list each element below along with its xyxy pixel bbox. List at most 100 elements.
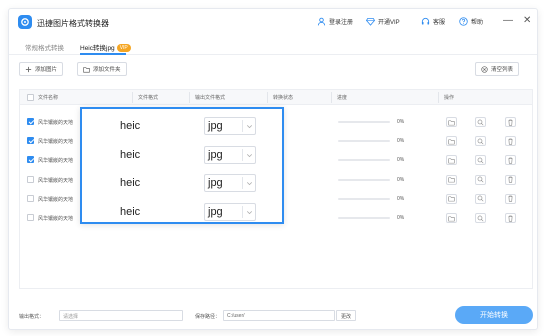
add-folder-button[interactable]: 添加文件夹 bbox=[77, 62, 127, 76]
chevron-down-icon bbox=[246, 182, 253, 186]
header-progress: 进度 bbox=[337, 95, 348, 101]
service-label: 客服 bbox=[433, 20, 446, 26]
header-divider bbox=[331, 92, 332, 103]
minimize-icon[interactable]: — bbox=[503, 16, 513, 26]
row-checkbox[interactable] bbox=[27, 118, 34, 125]
output-format-value: jpg bbox=[208, 205, 223, 218]
output-format-value: jpg bbox=[208, 177, 223, 189]
header-operations: 操作 bbox=[444, 95, 455, 101]
preview-button[interactable] bbox=[475, 193, 486, 204]
delete-button[interactable] bbox=[505, 193, 516, 204]
search-icon bbox=[477, 195, 484, 202]
dropdown-divider bbox=[242, 120, 243, 132]
title-bar: 迅捷图片格式转换器 登录注册 开通VIP 客服 帮助 — ✕ bbox=[9, 9, 537, 35]
clear-list-label: 清空列表 bbox=[491, 67, 514, 73]
folder-open-icon bbox=[448, 119, 455, 125]
overlay-row: heic jpg bbox=[82, 168, 282, 197]
folder-open-icon bbox=[448, 158, 455, 164]
tab-heic-to-jpg[interactable]: Heic转换jpg VIP bbox=[80, 42, 131, 52]
service-button[interactable]: 客服 bbox=[421, 17, 445, 26]
search-icon bbox=[477, 138, 484, 145]
close-icon[interactable]: ✕ bbox=[523, 16, 531, 26]
footer-bar: 输出格式： 请选择 保存路径： C:/user/ 更改 开始转换 bbox=[19, 305, 533, 329]
login-label: 登录注册 bbox=[329, 20, 354, 26]
open-folder-button[interactable] bbox=[446, 213, 457, 223]
chevron-down-icon bbox=[246, 153, 253, 157]
help-icon bbox=[459, 17, 468, 26]
preview-button[interactable] bbox=[475, 213, 486, 223]
preview-button[interactable] bbox=[475, 136, 486, 147]
save-path-value: C:/user/ bbox=[227, 313, 245, 319]
preview-button[interactable] bbox=[475, 117, 486, 127]
progress-bar bbox=[338, 140, 390, 143]
delete-button[interactable] bbox=[505, 174, 516, 185]
output-format-dropdown[interactable]: jpg bbox=[204, 202, 256, 221]
dropdown-divider bbox=[242, 205, 243, 218]
save-path-input[interactable]: C:/user/ bbox=[223, 310, 335, 321]
headset-icon bbox=[421, 17, 430, 25]
vip-button[interactable]: 开通VIP bbox=[366, 17, 400, 26]
row-checkbox[interactable] bbox=[27, 137, 34, 145]
select-all-checkbox[interactable] bbox=[27, 94, 34, 101]
clear-icon bbox=[481, 65, 488, 73]
open-folder-button[interactable] bbox=[446, 174, 457, 185]
header-file-name: 文件名称 bbox=[38, 95, 59, 101]
tab-bar: 常规格式转换 Heic转换jpg VIP bbox=[9, 37, 537, 55]
row-checkbox[interactable] bbox=[27, 156, 34, 164]
add-image-label: 添加图片 bbox=[35, 67, 58, 73]
change-path-button[interactable]: 更改 bbox=[336, 310, 357, 321]
header-divider bbox=[438, 92, 439, 103]
add-image-button[interactable]: 添加图片 bbox=[19, 62, 64, 76]
search-icon bbox=[477, 157, 484, 164]
trash-icon bbox=[508, 176, 513, 183]
row-checkbox[interactable] bbox=[27, 175, 34, 183]
output-format-dropdown[interactable]: jpg bbox=[204, 174, 256, 192]
progress-text: 0% bbox=[397, 138, 405, 145]
delete-button[interactable] bbox=[505, 213, 516, 223]
source-format: heic bbox=[120, 177, 141, 189]
app-title: 迅捷图片格式转换器 bbox=[37, 19, 109, 28]
output-format-value: jpg bbox=[208, 148, 223, 161]
help-button[interactable]: 帮助 bbox=[459, 17, 483, 26]
open-folder-button[interactable] bbox=[446, 136, 457, 147]
delete-button[interactable] bbox=[505, 136, 516, 147]
overlay-row: heic jpg bbox=[82, 197, 282, 226]
source-format: heic bbox=[120, 205, 141, 218]
plus-icon bbox=[25, 66, 32, 72]
preview-button[interactable] bbox=[475, 155, 486, 166]
output-format-select[interactable]: 请选择 bbox=[59, 310, 183, 321]
output-format-dropdown[interactable]: jpg bbox=[204, 117, 256, 135]
progress-text: 0% bbox=[397, 195, 405, 202]
open-folder-button[interactable] bbox=[446, 155, 457, 166]
folder-open-icon bbox=[448, 177, 455, 183]
chevron-down-icon bbox=[246, 210, 253, 214]
file-name: 风华镶嵌的天地 bbox=[38, 177, 74, 184]
output-format-label: 输出格式： bbox=[19, 314, 45, 320]
login-button[interactable]: 登录注册 bbox=[317, 17, 353, 26]
row-checkbox[interactable] bbox=[27, 194, 34, 202]
file-name: 风华镶嵌的天地 bbox=[38, 216, 74, 222]
delete-button[interactable] bbox=[505, 155, 516, 166]
overlay-row: heic jpg bbox=[82, 140, 282, 169]
open-folder-button[interactable] bbox=[446, 117, 457, 127]
progress-bar bbox=[338, 121, 390, 123]
delete-button[interactable] bbox=[505, 117, 516, 127]
header-output-format: 输出文件格式 bbox=[195, 95, 226, 101]
folder-open-icon bbox=[448, 215, 455, 221]
output-format-value: jpg bbox=[208, 120, 223, 132]
trash-icon bbox=[508, 138, 513, 145]
folder-open-icon bbox=[448, 139, 455, 145]
file-name: 风华镶嵌的天地 bbox=[38, 139, 74, 146]
row-checkbox[interactable] bbox=[27, 214, 34, 221]
clear-list-button[interactable]: 清空列表 bbox=[475, 62, 520, 76]
output-format-dropdown[interactable]: jpg bbox=[204, 145, 256, 164]
preview-button[interactable] bbox=[475, 174, 486, 185]
active-tab-indicator bbox=[80, 53, 126, 55]
help-label: 帮助 bbox=[471, 20, 484, 26]
open-folder-button[interactable] bbox=[446, 193, 457, 204]
source-format: heic bbox=[120, 148, 141, 161]
table-header: 文件名称 文件格式 输出文件格式 转换状态 进度 操作 bbox=[20, 90, 532, 105]
start-conversion-button[interactable]: 开始转换 bbox=[455, 306, 533, 324]
tab-general-conversion[interactable]: 常规格式转换 bbox=[25, 42, 64, 52]
header-divider bbox=[189, 92, 190, 103]
